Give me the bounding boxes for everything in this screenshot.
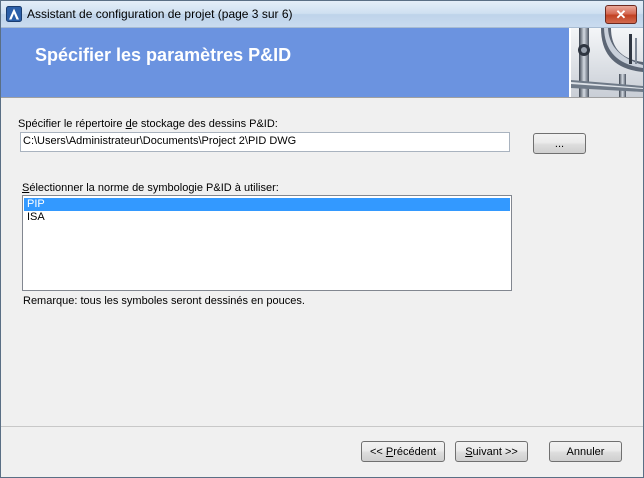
symbology-label: Sélectionner la norme de symbologie P&ID… (22, 182, 279, 194)
close-button[interactable]: ✕ (605, 5, 637, 24)
directory-input[interactable] (21, 133, 503, 149)
symbology-listbox[interactable]: PIP ISA (22, 195, 512, 291)
browse-button[interactable]: ... (533, 133, 586, 154)
banner-background: Spécifier les paramètres P&ID (1, 28, 569, 97)
window-title: Assistant de configuration de projet (pa… (27, 7, 293, 21)
title-bar[interactable]: Assistant de configuration de projet (pa… (1, 1, 643, 28)
page-title: Spécifier les paramètres P&ID (35, 45, 292, 65)
list-item-pip[interactable]: PIP (24, 198, 510, 211)
header-banner: Spécifier les paramètres P&ID (1, 28, 643, 97)
wizard-window: Assistant de configuration de projet (pa… (0, 0, 644, 478)
close-icon: ✕ (615, 7, 627, 22)
banner-divider (1, 97, 643, 98)
directory-label: Spécifier le répertoire de stockage des … (18, 118, 278, 130)
autocad-app-icon[interactable] (6, 6, 22, 22)
units-note: Remarque: tous les symboles seront dessi… (23, 295, 305, 307)
directory-field[interactable] (20, 132, 510, 152)
cancel-button[interactable]: Annuler (549, 441, 622, 462)
list-item-isa[interactable]: ISA (24, 211, 510, 224)
next-button[interactable]: Suivant >> (455, 441, 528, 462)
pipes-banner-image (571, 28, 643, 97)
footer-divider (1, 426, 643, 427)
back-button[interactable]: << Précédent (361, 441, 445, 462)
